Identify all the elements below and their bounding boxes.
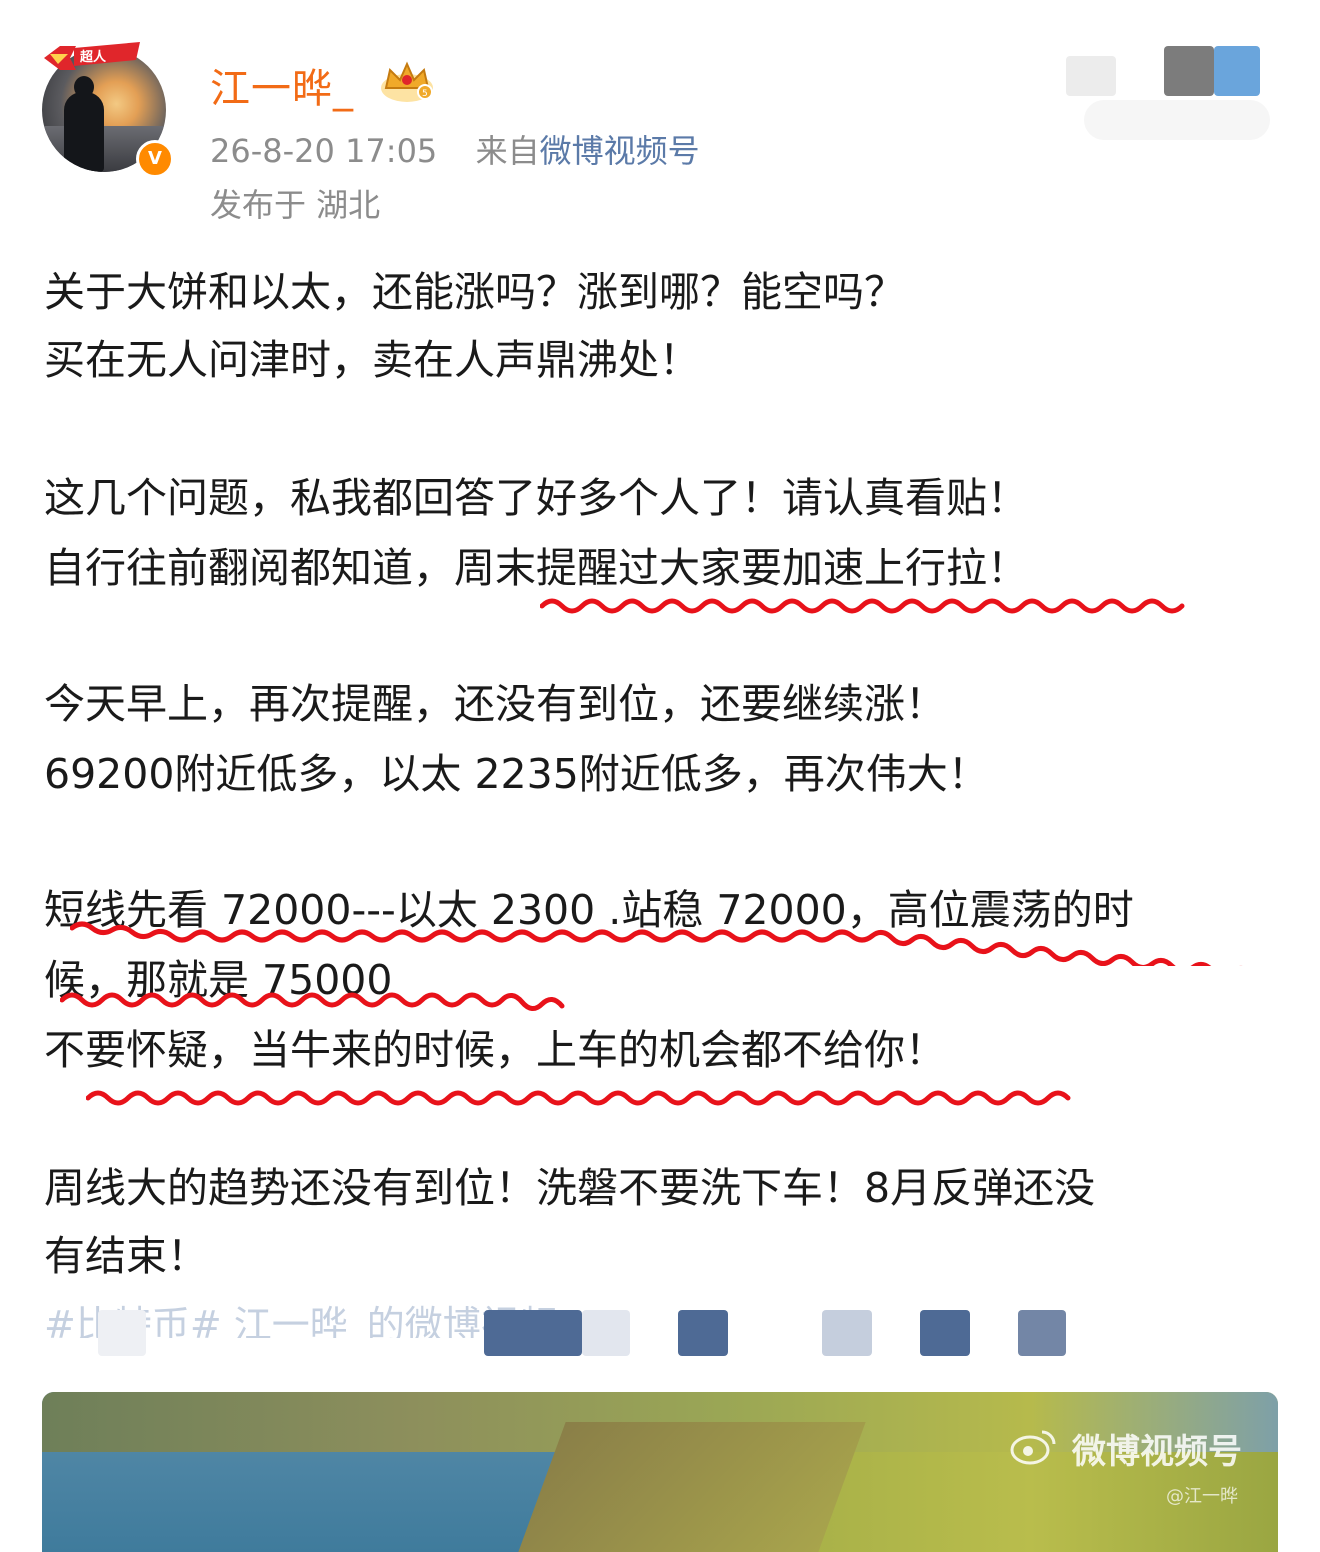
- username[interactable]: 江一晔_: [210, 56, 354, 114]
- post-line-5: 今天早上，再次提醒，还没有到位，还要继续涨！: [44, 680, 946, 728]
- post-line-2: 买在无人问津时，卖在人声鼎沸处！: [44, 336, 700, 384]
- video-watermark: 微博视频号: [1072, 1432, 1242, 1472]
- post-line-1: 关于大饼和以太，还能涨吗？涨到哪？能空吗？: [44, 268, 905, 316]
- super-badge-icon: [44, 42, 140, 70]
- source-link[interactable]: 微博视频号: [540, 132, 700, 170]
- avatar[interactable]: 超人 V: [40, 40, 174, 178]
- wavy-underline-1: [540, 598, 1185, 614]
- post-line-9: 不要怀疑，当牛来的时候，上车的机会都不给你！: [44, 1026, 946, 1074]
- svg-text:5: 5: [422, 89, 428, 99]
- wavy-underline-2: [70, 921, 1212, 966]
- video-watermark-sub: @江一晔: [1166, 1486, 1238, 1507]
- video-thumbnail[interactable]: 微博视频号 @江一晔: [42, 1392, 1278, 1552]
- post-line-6: 69200附近低多，以太 2235附近低多，再次伟大！: [44, 750, 989, 798]
- source-prefix: 来自: [475, 132, 540, 170]
- timestamp: 26-8-20 17:05: [210, 132, 438, 170]
- post-meta: 26-8-20 17:05 来自微博视频号: [210, 126, 700, 172]
- post-line-10: 周线大的趋势还没有到位！洗磐不要洗下车！8月反弹还没: [44, 1164, 1096, 1212]
- follow-button[interactable]: [1066, 46, 1272, 142]
- wavy-underline-4: [86, 1090, 1071, 1106]
- crown-icon: 5: [381, 61, 433, 102]
- post-line-3: 这几个问题，私我都回答了好多个人了！请认真看贴！: [44, 474, 1028, 522]
- weibo-logo-icon: [1010, 1430, 1056, 1465]
- location: 发布于 湖北: [210, 186, 381, 224]
- post-line-11: 有结束！: [44, 1232, 208, 1280]
- wavy-underline-3: [60, 992, 565, 1011]
- verified-icon: V: [136, 140, 174, 178]
